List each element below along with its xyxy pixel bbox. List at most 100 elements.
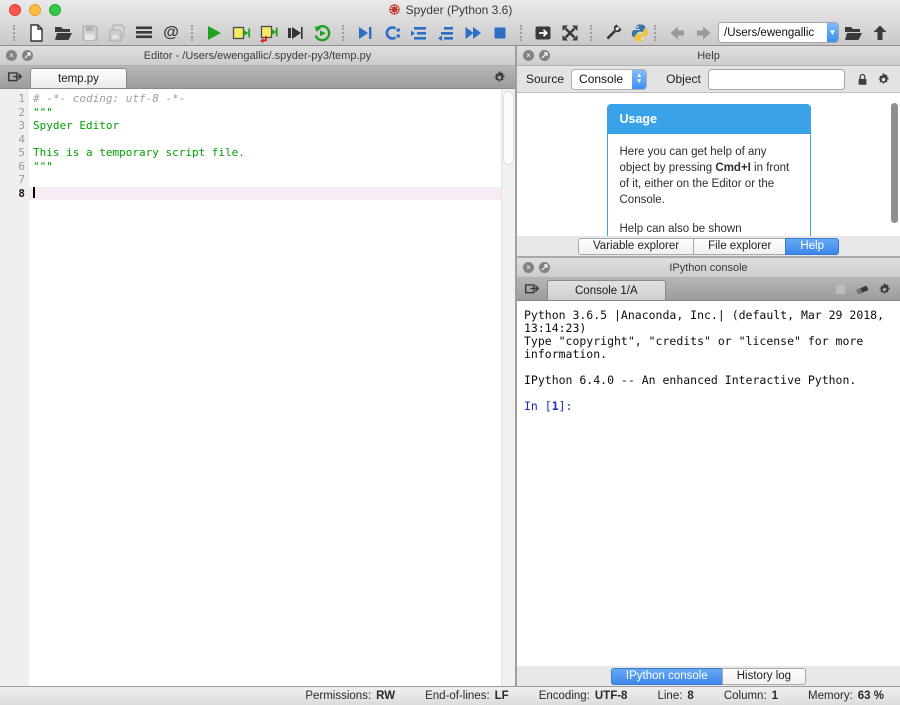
code-line: This is a temporary script file.	[29, 146, 501, 160]
window-title: Spyder (Python 3.6)	[406, 3, 513, 17]
open-file-button[interactable]	[50, 21, 76, 45]
open-directory-button[interactable]	[840, 21, 866, 45]
console-bottom-tabs: IPython console History log	[517, 666, 900, 686]
usage-card-title: Usage	[608, 105, 810, 134]
minimize-window-button[interactable]	[29, 4, 41, 16]
code-line	[29, 133, 501, 147]
console-line: IPython 6.4.0 -- An enhanced Interactive…	[524, 374, 893, 387]
help-panel-header: × Help	[517, 46, 900, 66]
rerun-cell-button[interactable]	[309, 21, 335, 45]
new-window-button[interactable]	[530, 21, 556, 45]
help-bottom-tabs: Variable explorer File explorer Help	[517, 236, 900, 256]
titlebar: Spyder (Python 3.6)	[0, 0, 900, 19]
zoom-window-button[interactable]	[49, 4, 61, 16]
tab-help[interactable]: Help	[785, 238, 839, 255]
editor-tabbar: temp.py	[0, 66, 515, 89]
run-cell-and-advance-button[interactable]	[255, 21, 281, 45]
object-input[interactable]	[709, 70, 845, 89]
window-title-area: Spyder (Python 3.6)	[0, 3, 900, 17]
help-controls: Source Console ▲▼ Object ▼	[517, 66, 900, 93]
editor-text[interactable]: # -*- coding: utf-8 -*- """ Spyder Edito…	[29, 89, 501, 686]
tab-ipython-console[interactable]: IPython console	[611, 668, 723, 685]
debug-step-button[interactable]	[379, 21, 405, 45]
status-encoding: Encoding:UTF-8	[539, 690, 628, 702]
editor-panel-title: Editor - /Users/ewengallic/.spyder-py3/t…	[0, 50, 515, 62]
run-file-button[interactable]	[201, 21, 227, 45]
save-all-button[interactable]	[104, 21, 130, 45]
editor-code-area[interactable]: 1 2 3 4 5 6 7 8 # -*- coding: utf-8 -*- …	[0, 89, 515, 686]
forward-button[interactable]	[691, 21, 717, 45]
browse-tabs-button[interactable]	[0, 66, 30, 88]
editor-panel-header: × Editor - /Users/ewengallic/.spyder-py3…	[0, 46, 515, 66]
debug-stop-button[interactable]	[487, 21, 513, 45]
back-button[interactable]	[664, 21, 690, 45]
main-area: × Editor - /Users/ewengallic/.spyder-py3…	[0, 46, 900, 686]
status-column: Column:1	[724, 690, 778, 702]
ipython-console-panel: × IPython console Console 1/A Python 3	[517, 258, 900, 686]
undock-pane-icon[interactable]	[539, 262, 550, 273]
file-switcher-button[interactable]	[131, 21, 157, 45]
debug-continue-button[interactable]	[460, 21, 486, 45]
find-symbols-button[interactable]: @	[158, 21, 184, 45]
usage-card-body: Here you can get help of any object by p…	[608, 134, 810, 236]
console-tab-label: Console 1/A	[575, 285, 638, 297]
undock-pane-icon[interactable]	[539, 50, 550, 61]
console-options-gear-icon[interactable]	[877, 282, 892, 297]
debug-step-return-button[interactable]	[433, 21, 459, 45]
parent-directory-button[interactable]	[867, 21, 893, 45]
editor-tab-label: temp.py	[58, 73, 99, 85]
object-label: Object	[666, 72, 701, 86]
toolbar-separator	[590, 25, 593, 41]
close-window-button[interactable]	[9, 4, 21, 16]
working-directory-combobox[interactable]: ▼	[718, 22, 839, 43]
close-pane-icon[interactable]: ×	[6, 50, 17, 61]
at-icon: @	[163, 25, 179, 41]
text-cursor	[33, 187, 35, 198]
editor-scrollbar[interactable]	[501, 89, 515, 686]
select-arrows-icon: ▲▼	[632, 70, 646, 89]
console-panel-header: × IPython console	[517, 258, 900, 278]
console-output[interactable]: Python 3.6.5 |Anaconda, Inc.| (default, …	[517, 301, 900, 666]
object-combobox[interactable]: ▼	[708, 69, 845, 90]
status-line: Line:8	[657, 690, 693, 702]
toolbar-separator	[654, 25, 657, 41]
help-options-gear-icon[interactable]	[876, 72, 891, 87]
close-pane-icon[interactable]: ×	[523, 262, 534, 273]
save-file-button[interactable]	[77, 21, 103, 45]
lock-icon[interactable]	[856, 72, 869, 87]
close-pane-icon[interactable]: ×	[523, 50, 534, 61]
usage-card: Usage Here you can get help of any objec…	[607, 104, 811, 236]
toolbar-handle	[13, 25, 16, 41]
maximize-pane-button[interactable]	[557, 21, 583, 45]
run-cell-button[interactable]	[228, 21, 254, 45]
spyder-logo-icon	[388, 3, 401, 16]
console-tab[interactable]: Console 1/A	[547, 280, 666, 300]
editor-tab-temp-py[interactable]: temp.py	[30, 68, 127, 88]
python-path-manager-button[interactable]	[627, 21, 653, 45]
browse-tabs-button[interactable]	[517, 278, 547, 300]
interrupt-kernel-icon[interactable]	[834, 283, 847, 296]
help-content: Usage Here you can get help of any objec…	[517, 93, 900, 236]
run-selection-button[interactable]	[282, 21, 308, 45]
preferences-button[interactable]	[600, 21, 626, 45]
clear-console-eraser-icon[interactable]	[854, 282, 870, 296]
debug-step-into-button[interactable]	[406, 21, 432, 45]
help-scrollbar-thumb[interactable]	[891, 103, 898, 223]
undock-pane-icon[interactable]	[22, 50, 33, 61]
editor-options-gear-icon[interactable]	[492, 70, 507, 85]
source-select-value: Console	[572, 70, 632, 89]
source-select[interactable]: Console ▲▼	[571, 69, 647, 90]
main-toolbar: @ ▼	[0, 19, 900, 46]
toolbar-separator	[520, 25, 523, 41]
chevron-down-icon[interactable]: ▼	[827, 23, 838, 42]
editor-scrollbar-thumb[interactable]	[503, 91, 514, 165]
console-input-prompt[interactable]: In [1]:	[524, 400, 893, 413]
console-line: information.	[524, 348, 893, 361]
tab-variable-explorer[interactable]: Variable explorer	[578, 238, 694, 255]
help-panel: × Help Source Console ▲▼ Object ▼	[517, 46, 900, 256]
tab-file-explorer[interactable]: File explorer	[693, 238, 786, 255]
new-file-button[interactable]	[23, 21, 49, 45]
working-directory-input[interactable]	[719, 23, 827, 42]
debug-file-button[interactable]	[352, 21, 378, 45]
tab-history-log[interactable]: History log	[722, 668, 806, 685]
